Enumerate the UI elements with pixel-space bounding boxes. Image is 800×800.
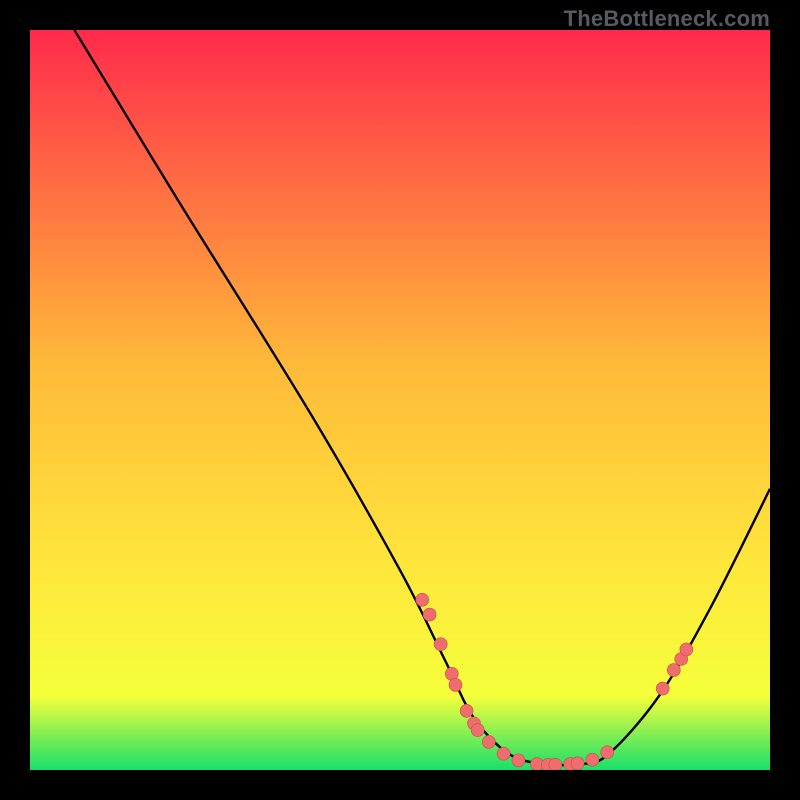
scatter-point: [434, 638, 447, 651]
scatter-point: [667, 664, 680, 677]
scatter-point: [571, 757, 584, 770]
plot-area: [30, 30, 770, 770]
scatter-point: [512, 754, 525, 767]
scatter-point: [680, 643, 693, 656]
chart-svg: [30, 30, 770, 770]
scatter-point: [656, 682, 669, 695]
scatter-point: [416, 593, 429, 606]
scatter-point: [449, 678, 462, 691]
watermark-text: TheBottleneck.com: [564, 6, 770, 32]
chart-frame: TheBottleneck.com: [0, 0, 800, 800]
scatter-point: [423, 608, 436, 621]
scatter-point: [586, 753, 599, 766]
scatter-point: [549, 758, 562, 770]
scatter-point: [471, 724, 484, 737]
scatter-point: [497, 747, 510, 760]
scatter-point: [601, 746, 614, 759]
scatter-point: [482, 735, 495, 748]
scatter-point: [460, 704, 473, 717]
